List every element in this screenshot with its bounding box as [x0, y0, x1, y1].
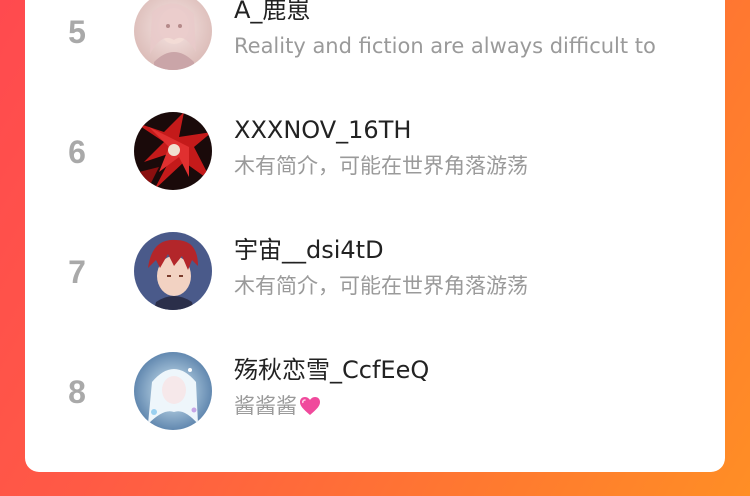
avatar-red-hair-boy-icon[interactable] [134, 232, 212, 310]
user-name[interactable]: 宇宙__dsi4tD [234, 234, 384, 266]
rank-number: 8 [68, 374, 86, 410]
ranking-row[interactable]: 6 XXXNOV_16TH 木有简介，可能在世界角落游荡 [25, 94, 725, 204]
bio-text: 酱酱酱 [234, 394, 297, 418]
avatar-white-hair-girl-icon[interactable] [134, 352, 212, 430]
pink-heart-icon [300, 397, 320, 415]
ranking-row[interactable]: 8 殇秋恋雪_CcfEeQ 酱酱酱 [25, 334, 725, 444]
user-bio: Reality and fiction are always difficult… [234, 34, 656, 58]
user-name[interactable]: XXXNOV_16TH [234, 114, 411, 146]
user-bio: 木有简介，可能在世界角落游荡 [234, 154, 528, 178]
rank-number: 5 [68, 14, 86, 50]
rank-number: 6 [68, 134, 86, 170]
ranking-row[interactable]: 7 宇宙__dsi4tD 木有简介，可能在世界角落游荡 [25, 214, 725, 324]
user-bio: 酱酱酱 [234, 392, 321, 420]
user-name[interactable]: A_鹿崽 [234, 0, 310, 26]
avatar-pale-girl-icon[interactable] [134, 0, 212, 70]
ranking-row[interactable]: 5 A_鹿崽 Reality and fiction are always di… [25, 0, 725, 84]
user-name[interactable]: 殇秋恋雪_CcfEeQ [234, 354, 429, 386]
ranking-card: 5 A_鹿崽 Reality and fiction are always di… [25, 0, 725, 472]
avatar-red-black-icon[interactable] [134, 112, 212, 190]
rank-number: 7 [68, 254, 86, 290]
user-bio: 木有简介，可能在世界角落游荡 [234, 274, 528, 298]
